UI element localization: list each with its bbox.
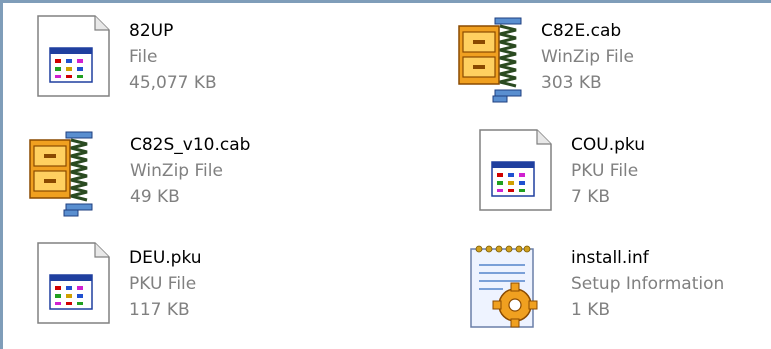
file-type: WinZip File xyxy=(541,47,634,67)
file-view-pane[interactable]: 82UP File 45,077 KB C82E.cab WinZip File… xyxy=(3,3,771,349)
winzip-cabinet-icon xyxy=(445,8,535,108)
file-name: C82S_v10.cab xyxy=(130,135,251,155)
file-name: DEU.pku xyxy=(129,248,202,268)
file-info: COU.pku PKU File 7 KB xyxy=(571,132,645,210)
file-tile-c82s-v10-cab[interactable]: C82S_v10.cab WinZip File 49 KB xyxy=(20,122,380,222)
file-tile-cou-pku[interactable]: COU.pku PKU File 7 KB xyxy=(475,122,771,222)
application-window-icon xyxy=(33,235,123,335)
file-size: 303 KB xyxy=(541,73,602,93)
file-type: WinZip File xyxy=(130,161,223,181)
file-tile-install-inf[interactable]: install.inf Setup Information 1 KB xyxy=(463,235,771,335)
application-window-icon xyxy=(33,8,123,108)
file-size: 7 KB xyxy=(571,187,611,207)
file-size: 117 KB xyxy=(129,300,190,320)
file-name: COU.pku xyxy=(571,135,645,155)
file-tile-deu-pku[interactable]: DEU.pku PKU File 117 KB xyxy=(33,235,393,335)
setup-information-icon xyxy=(463,235,553,335)
winzip-cabinet-icon xyxy=(20,122,110,222)
file-info: C82E.cab WinZip File 303 KB xyxy=(541,18,634,96)
file-info: C82S_v10.cab WinZip File 49 KB xyxy=(130,132,250,210)
file-info: 82UP File 45,077 KB xyxy=(129,18,217,96)
file-tile-82up[interactable]: 82UP File 45,077 KB xyxy=(33,8,393,108)
file-tile-c82e-cab[interactable]: C82E.cab WinZip File 303 KB xyxy=(445,8,771,108)
file-type: Setup Information xyxy=(571,274,725,294)
file-name: 82UP xyxy=(129,21,174,41)
file-name: C82E.cab xyxy=(541,21,622,41)
file-size: 49 KB xyxy=(130,187,180,207)
file-type: PKU File xyxy=(129,274,197,294)
file-info: install.inf Setup Information 1 KB xyxy=(571,245,724,323)
application-window-icon xyxy=(475,122,565,222)
file-info: DEU.pku PKU File 117 KB xyxy=(129,245,202,323)
file-type: PKU File xyxy=(571,161,639,181)
file-size: 45,077 KB xyxy=(129,73,217,93)
file-size: 1 KB xyxy=(571,300,611,320)
file-type: File xyxy=(129,47,158,67)
file-name: install.inf xyxy=(571,248,649,268)
